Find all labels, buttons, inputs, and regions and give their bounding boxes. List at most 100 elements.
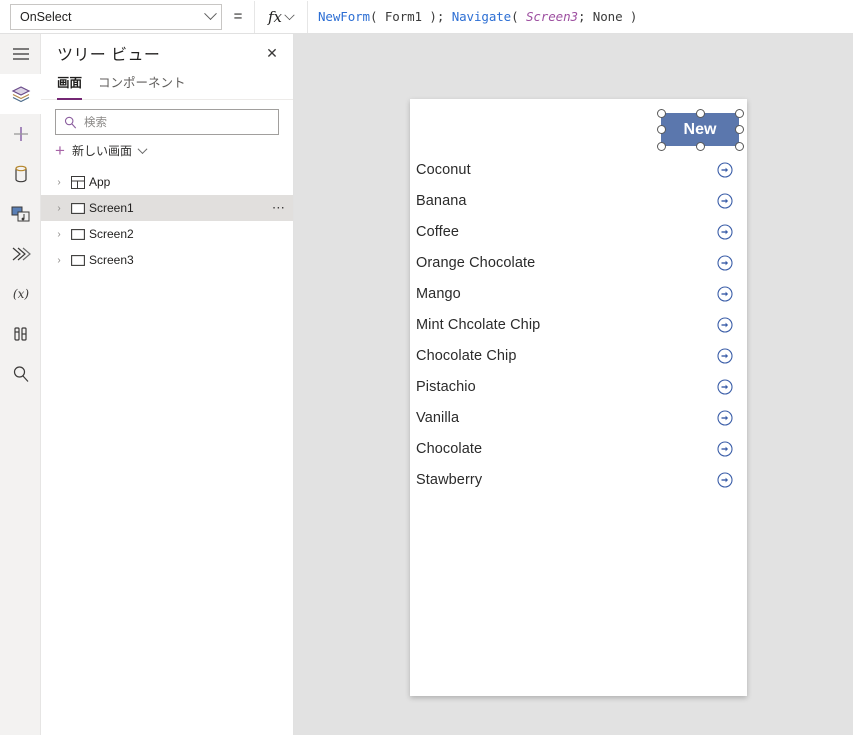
next-arrow-icon[interactable]: [703, 440, 747, 457]
gallery-row[interactable]: Mango: [410, 278, 747, 309]
next-arrow-icon[interactable]: [703, 378, 747, 395]
close-icon[interactable]: ✕: [259, 40, 285, 66]
search-icon: [64, 116, 77, 128]
formula-input[interactable]: NewForm( Form1 ); Navigate( Screen3; Non…: [308, 0, 853, 33]
next-arrow-icon[interactable]: [703, 316, 747, 333]
next-arrow-icon[interactable]: [703, 409, 747, 426]
chevron-down-icon: [204, 7, 217, 21]
resize-handle[interactable]: [734, 141, 744, 151]
gallery-row[interactable]: Pistachio: [410, 371, 747, 402]
flow-icon[interactable]: [0, 234, 41, 274]
gallery-row[interactable]: Chocolate: [410, 433, 747, 464]
tree-view-tabs: 画面 コンポーネント: [41, 72, 293, 100]
gallery-item-label: Mango: [416, 285, 461, 302]
tab-components[interactable]: コンポーネント: [98, 72, 186, 99]
tree-view-panel: ツリー ビュー ✕ 画面 コンポーネント 検索 + 新しい画面 › App › Scr…: [41, 34, 294, 735]
chevron-right-icon[interactable]: ›: [51, 255, 67, 266]
gallery-row[interactable]: Vanilla: [410, 402, 747, 433]
new-screen-button[interactable]: + 新しい画面: [41, 135, 293, 165]
resize-handle[interactable]: [734, 108, 744, 118]
gallery-item-label: Chocolate: [416, 440, 483, 457]
next-arrow-icon[interactable]: [703, 161, 747, 178]
gallery-row[interactable]: Chocolate Chip: [410, 340, 747, 371]
tree-item-screen3[interactable]: › Screen3: [41, 247, 293, 273]
plus-icon: +: [55, 140, 65, 160]
resize-handle[interactable]: [656, 141, 666, 151]
screen-icon: [67, 228, 89, 240]
tools-icon[interactable]: [0, 314, 41, 354]
formula-token-6: Screen3: [525, 9, 578, 24]
gallery-row[interactable]: Coffee: [410, 216, 747, 247]
fx-button[interactable]: fx: [254, 0, 308, 33]
formula-token-4: Navigate: [451, 9, 512, 24]
gallery-item-label: Coconut: [416, 161, 471, 178]
resize-handle[interactable]: [656, 108, 666, 118]
next-arrow-icon[interactable]: [703, 254, 747, 271]
formula-bar: OnSelect = fx NewForm( Form1 ); Navigate…: [0, 0, 853, 34]
tree-view-title: ツリー ビュー: [57, 47, 161, 64]
gallery-row[interactable]: Mint Chcolate Chip: [410, 309, 747, 340]
app-screen-canvas[interactable]: Coconut Banana Coffee Orange Chocolate Mango…: [410, 99, 747, 696]
gallery-row[interactable]: Orange Chocolate: [410, 247, 747, 278]
next-arrow-icon[interactable]: [703, 192, 747, 209]
tree-item-label: Screen1: [89, 201, 134, 215]
chevron-right-icon[interactable]: ›: [51, 203, 67, 214]
gallery-row[interactable]: Stawberry: [410, 464, 747, 495]
next-arrow-icon[interactable]: [703, 285, 747, 302]
tree-item-label: Screen2: [89, 227, 134, 241]
svg-text:(x): (x): [12, 287, 28, 301]
left-icon-rail: (x): [0, 34, 41, 735]
gallery-row[interactable]: Coconut: [410, 154, 747, 185]
hamburger-menu-icon[interactable]: [0, 34, 41, 74]
property-dropdown[interactable]: OnSelect: [10, 3, 222, 30]
equals-sign: =: [233, 8, 243, 25]
gallery-item-label: Coffee: [416, 223, 460, 240]
tree-item-label: Screen3: [89, 253, 134, 267]
new-button-label: New: [683, 120, 717, 138]
formula-token-1: (: [369, 9, 385, 24]
tree-item-label: App: [89, 175, 111, 189]
resize-handle[interactable]: [695, 141, 705, 151]
gallery-item-label: Stawberry: [416, 471, 483, 488]
formula-token-7: ;: [577, 9, 593, 24]
tree-item-app[interactable]: › App: [41, 169, 293, 195]
resize-handle[interactable]: [695, 108, 705, 118]
resize-handle[interactable]: [734, 125, 744, 134]
resize-handle[interactable]: [656, 125, 666, 134]
gallery-item-label: Vanilla: [416, 409, 460, 426]
next-arrow-icon[interactable]: [703, 347, 747, 364]
search-icon[interactable]: [0, 354, 41, 394]
property-dropdown-value: OnSelect: [20, 9, 72, 24]
plus-icon[interactable]: [0, 114, 41, 154]
next-arrow-icon[interactable]: [703, 223, 747, 240]
search-input[interactable]: 検索: [55, 109, 279, 135]
gallery-item-label: Chocolate Chip: [416, 347, 517, 364]
formula-token-0: NewForm: [318, 9, 370, 24]
media-icon[interactable]: [0, 194, 41, 234]
canvas-area: Coconut Banana Coffee Orange Chocolate Mango…: [294, 34, 853, 735]
screen-icon: [67, 254, 89, 266]
app-icon: [67, 175, 89, 189]
tree-item-screen1[interactable]: › Screen1 ⋯: [41, 195, 293, 221]
gallery-item-label: Pistachio: [416, 378, 476, 395]
formula-token-3: );: [421, 9, 452, 24]
chevron-down-icon: [137, 143, 148, 154]
fx-icon: fx: [267, 7, 282, 26]
formula-token-9: ): [622, 9, 638, 24]
chevron-down-icon: [284, 9, 295, 21]
layers-icon[interactable]: [0, 74, 41, 114]
formula-token-8: None: [592, 9, 623, 24]
next-arrow-icon[interactable]: [703, 471, 747, 488]
search-container: 検索: [41, 100, 293, 135]
gallery-item-label: Orange Chocolate: [416, 254, 536, 271]
tree-item-screen2[interactable]: › Screen2: [41, 221, 293, 247]
variables-icon[interactable]: (x): [0, 274, 41, 314]
screen-icon: [67, 202, 89, 214]
overflow-menu-icon[interactable]: ⋯: [265, 200, 293, 216]
chevron-right-icon[interactable]: ›: [51, 229, 67, 240]
tab-screens[interactable]: 画面: [57, 72, 83, 100]
chevron-right-icon[interactable]: ›: [51, 177, 67, 188]
gallery-row[interactable]: Banana: [410, 185, 747, 216]
database-icon[interactable]: [0, 154, 41, 194]
formula-token-5: (: [511, 9, 526, 24]
